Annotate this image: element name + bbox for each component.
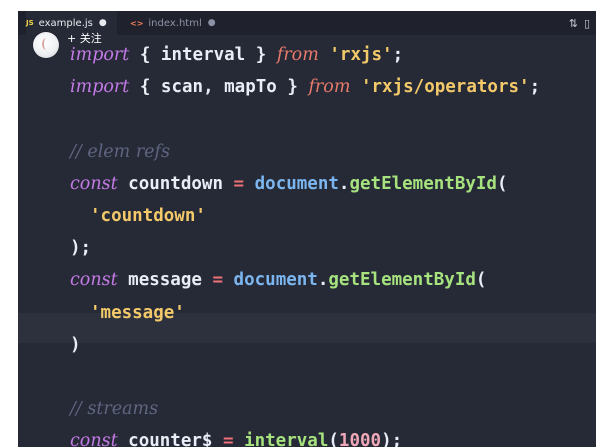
code-line[interactable]: import { scan, mapTo } from 'rxjs/operat… bbox=[70, 73, 540, 101]
code-token: const bbox=[70, 270, 118, 291]
code-token: = bbox=[212, 270, 223, 291]
code-token: // elem refs bbox=[70, 141, 171, 162]
code-line[interactable]: ); bbox=[70, 234, 91, 262]
code-token: 1000 bbox=[338, 431, 382, 447]
code-line[interactable]: 'message' bbox=[90, 299, 185, 327]
code-token: getElementById bbox=[328, 270, 476, 291]
code-token: countdown bbox=[117, 173, 234, 194]
unsaved-dot-icon: ● bbox=[207, 18, 216, 28]
code-token: from bbox=[276, 45, 319, 65]
follow-overlay: + 关注 bbox=[33, 32, 102, 58]
code-token: { scan, mapTo } bbox=[129, 77, 309, 98]
code-token: ) bbox=[70, 334, 81, 355]
code-line[interactable]: const counter$ = interval(1000); bbox=[70, 427, 402, 447]
code-token: from bbox=[308, 77, 351, 98]
html-file-icon: <> bbox=[130, 18, 144, 28]
code-token: import bbox=[70, 77, 130, 98]
code-token: message bbox=[117, 270, 213, 291]
code-editor: JS example.js ● <> index.html ● ⇅ ▯ impo… bbox=[18, 11, 596, 447]
unsaved-dot-icon: ● bbox=[98, 18, 107, 28]
code-token: 'countdown' bbox=[90, 206, 206, 226]
code-token: 'message' bbox=[90, 302, 185, 323]
code-token: interval bbox=[244, 431, 329, 447]
code-token: counter$ bbox=[117, 431, 223, 447]
avatar[interactable] bbox=[33, 32, 59, 58]
code-token: . bbox=[338, 173, 350, 194]
code-line[interactable]: ) bbox=[70, 331, 81, 359]
compare-changes-icon[interactable]: ⇅ bbox=[569, 17, 578, 30]
code-token: // streams bbox=[70, 399, 159, 420]
code-token: document bbox=[233, 270, 318, 291]
tab-bar: JS example.js ● <> index.html ● ⇅ ▯ bbox=[18, 11, 596, 35]
tab-actions: ⇅ ▯ bbox=[569, 11, 596, 35]
code-token: document bbox=[254, 173, 339, 194]
code-token: ( bbox=[475, 270, 487, 291]
code-line[interactable]: const countdown = document.getElementByI… bbox=[70, 170, 508, 198]
code-token: ); bbox=[381, 431, 403, 447]
code-token: ( bbox=[496, 173, 508, 194]
javascript-file-icon: JS bbox=[26, 19, 34, 27]
code-token: getElementById bbox=[349, 173, 497, 194]
code-line[interactable]: const message = document.getElementById( bbox=[70, 266, 486, 294]
code-line[interactable]: import { interval } from 'rxjs'; bbox=[70, 41, 403, 69]
tab-index-html[interactable]: <> index.html ● bbox=[130, 11, 216, 35]
code-line[interactable]: // streams bbox=[70, 395, 158, 423]
split-editor-icon[interactable]: ▯ bbox=[584, 17, 590, 30]
code-line[interactable]: // elem refs bbox=[70, 138, 170, 166]
code-token: . bbox=[317, 270, 329, 291]
code-token: { interval } bbox=[129, 45, 277, 65]
code-token: 'rxjs/operators' bbox=[360, 77, 530, 98]
code-token: ; bbox=[392, 45, 404, 65]
code-token: const bbox=[70, 173, 118, 194]
code-token: const bbox=[70, 431, 118, 447]
code-token: = bbox=[222, 431, 234, 447]
code-token: ; bbox=[529, 77, 541, 98]
code-token: ( bbox=[328, 431, 339, 447]
code-token: ); bbox=[70, 238, 92, 259]
code-token: = bbox=[233, 173, 245, 194]
code-token: 'rxjs' bbox=[329, 45, 393, 65]
code-line[interactable]: 'countdown' bbox=[90, 202, 206, 230]
tab-label: example.js bbox=[38, 17, 93, 29]
tab-label: index.html bbox=[148, 17, 202, 29]
follow-button[interactable]: + 关注 bbox=[67, 32, 102, 46]
code-area[interactable]: import { interval } from 'rxjs'; import {… bbox=[18, 35, 596, 447]
